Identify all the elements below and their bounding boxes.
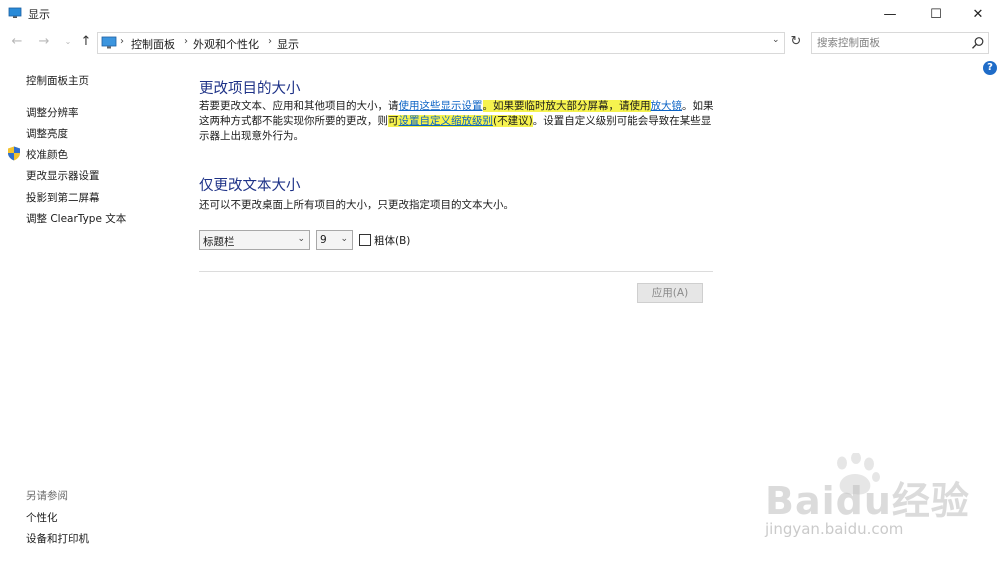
see-also-devices-printers[interactable]: 设备和打印机 [26, 531, 89, 546]
watermark-brand: Baidu经验 [765, 479, 970, 523]
not-recommended-text: (不建议) [493, 115, 533, 127]
chevron-down-icon: ⌄ [297, 234, 305, 244]
heading-change-text-size: 仅更改文本大小 [199, 178, 301, 194]
up-button[interactable]: ↑ [78, 34, 94, 50]
text-size-description: 还可以不更改桌面上所有项目的大小，只更改指定项目的文本大小。 [199, 199, 514, 211]
display-settings-link[interactable]: 使用这些显示设置 [399, 100, 483, 112]
breadcrumb-appearance[interactable]: 外观和个性化 [193, 36, 259, 52]
chevron-down-icon: ⌄ [340, 234, 348, 244]
breadcrumb-display[interactable]: 显示 [277, 36, 299, 52]
para-text: 可 [388, 115, 399, 127]
back-button[interactable]: ← [9, 34, 25, 50]
apply-button[interactable]: 应用(A) [637, 283, 703, 303]
font-size-value: 9 [320, 234, 327, 246]
breadcrumb-separator[interactable]: › [268, 36, 272, 47]
sidebar-item-display-settings[interactable]: 更改显示器设置 [26, 168, 100, 183]
heading-change-item-size: 更改项目的大小 [199, 81, 301, 97]
search-input[interactable] [812, 33, 962, 53]
breadcrumb-separator: › [120, 36, 124, 47]
address-bar[interactable]: › 控制面板 › 外观和个性化 › 显示 [97, 32, 785, 54]
breadcrumb-separator[interactable]: › [184, 36, 188, 47]
maximize-button[interactable]: ☐ [914, 0, 958, 28]
divider [199, 271, 713, 272]
bold-checkbox[interactable] [359, 234, 371, 246]
baidu-watermark: Baidu经验 jingyan.baidu.com [760, 450, 995, 545]
para-text: 。如果要临时放大部分屏幕，请使用 [482, 100, 651, 112]
watermark-url: jingyan.baidu.com [765, 520, 904, 538]
sidebar-item-brightness[interactable]: 调整亮度 [26, 126, 68, 141]
recent-locations-button[interactable]: ⌄ [60, 34, 76, 50]
sidebar-item-project-second-screen[interactable]: 投影到第二屏幕 [26, 190, 100, 205]
forward-button[interactable]: → [36, 34, 52, 50]
help-icon[interactable]: ? [983, 61, 997, 75]
close-button[interactable]: ✕ [956, 0, 1000, 28]
display-app-icon [8, 7, 22, 18]
sidebar-item-home[interactable]: 控制面板主页 [26, 73, 89, 88]
font-size-select[interactable]: 9 ⌄ [316, 230, 353, 250]
refresh-button[interactable]: ↻ [787, 33, 805, 51]
see-also-personalization[interactable]: 个性化 [26, 510, 58, 525]
window-title: 显示 [28, 8, 50, 21]
item-type-value: 标题栏 [203, 236, 235, 248]
bold-label[interactable]: 粗体(B) [374, 233, 410, 248]
address-dropdown-icon[interactable]: ⌄ [772, 35, 780, 45]
search-icon[interactable] [971, 36, 985, 50]
see-also-title: 另请参阅 [26, 490, 68, 502]
sidebar-item-calibrate-color[interactable]: 校准颜色 [26, 147, 68, 162]
shield-icon [8, 146, 20, 161]
control-panel-icon [101, 36, 117, 49]
item-type-select[interactable]: 标题栏 ⌄ [199, 230, 310, 250]
sidebar: 控制面板主页 调整分辨率 调整亮度 校准颜色 更改显示器设置 投影到第二屏幕 调… [0, 60, 185, 560]
item-size-description: 若要更改文本、应用和其他项目的大小，请使用这些显示设置。如果要临时放大部分屏幕，… [199, 99, 719, 144]
breadcrumb-control-panel[interactable]: 控制面板 [131, 36, 175, 52]
sidebar-item-resolution[interactable]: 调整分辨率 [26, 105, 79, 120]
search-box[interactable] [811, 32, 989, 54]
title-bar: 显示 — ☐ ✕ [0, 0, 1000, 28]
minimize-button[interactable]: — [868, 0, 912, 28]
magnifier-link[interactable]: 放大镜 [651, 100, 683, 112]
navigation-bar: ← → ⌄ ↑ › 控制面板 › 外观和个性化 › 显示 ⌄ ↻ [0, 30, 1000, 56]
custom-scaling-link[interactable]: 设置自定义缩放级别 [398, 115, 493, 127]
sidebar-item-cleartype[interactable]: 调整 ClearType 文本 [26, 211, 126, 226]
para-text: 若要更改文本、应用和其他项目的大小，请 [199, 100, 399, 112]
